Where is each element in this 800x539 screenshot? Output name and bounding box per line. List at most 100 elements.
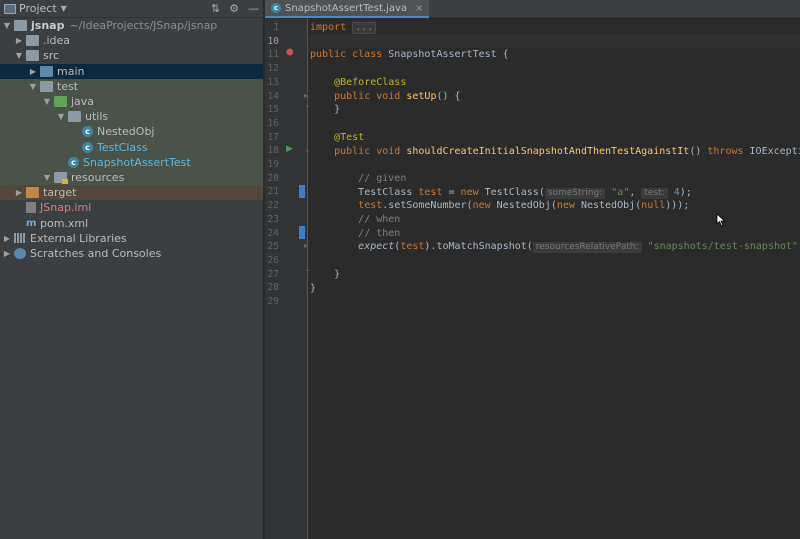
- parameter-hint: test:: [641, 187, 668, 199]
- line-number: 27: [267, 268, 279, 280]
- line-number: 1: [273, 22, 279, 33]
- tree-item-idea[interactable]: ▶ .idea: [0, 33, 263, 48]
- libraries-icon: [14, 233, 26, 244]
- line-number: 22: [267, 200, 279, 212]
- chevron-right-icon[interactable]: ▶: [14, 188, 24, 197]
- project-tool-window: Project ▼ ⇅ ⚙ — ▼ jsnap ~/IdeaProjects/J…: [0, 0, 264, 539]
- project-view-selector[interactable]: Project: [19, 2, 57, 15]
- project-icon: [4, 3, 16, 14]
- line-number: 19: [267, 159, 279, 170]
- maven-file-icon: m: [26, 217, 37, 229]
- excluded-folder-icon: [26, 187, 39, 199]
- code-line: public void shouldCreateInitialSnapshotA…: [334, 145, 800, 157]
- code-line: // when: [358, 214, 401, 225]
- test-resources-folder-icon: [54, 171, 68, 184]
- chevron-right-icon[interactable]: ▶: [2, 249, 12, 258]
- chevron-down-icon[interactable]: ▼: [28, 82, 38, 91]
- tree-item-external-libraries[interactable]: ▶ External Libraries: [0, 231, 263, 246]
- folder-icon: [40, 80, 53, 92]
- tree-item-jsnap[interactable]: ▼ jsnap ~/IdeaProjects/JSnap/jsnap: [0, 18, 263, 33]
- close-icon[interactable]: ×: [415, 3, 423, 14]
- code-line: }: [334, 268, 341, 280]
- line-number: 12: [267, 63, 279, 75]
- tab-snapshotasserttest[interactable]: c SnapshotAssertTest.java ×: [265, 0, 430, 18]
- line-number: 11: [267, 49, 279, 61]
- code-line: expect(test).toMatchSnapshot(resourcesRe…: [358, 241, 800, 254]
- parameter-hint: someString:: [544, 187, 606, 199]
- parameter-hint: resourcesRelativePath:: [532, 242, 642, 254]
- project-panel-header: Project ▼ ⇅ ⚙ —: [0, 0, 263, 18]
- run-test-icon[interactable]: ▶: [286, 144, 293, 154]
- line-number: 18: [267, 145, 279, 157]
- gear-icon[interactable]: ⚙: [229, 2, 239, 15]
- line-number: 26: [267, 254, 279, 266]
- hide-panel-icon[interactable]: —: [248, 2, 259, 15]
- line-number: 21: [267, 186, 279, 198]
- tree-item-snapshotasserttest[interactable]: c SnapshotAssertTest: [0, 154, 263, 170]
- tree-item-pom-xml[interactable]: m pom.xml: [0, 215, 263, 230]
- chevron-down-icon[interactable]: ▼: [14, 51, 24, 60]
- tree-item-java[interactable]: ▼ java: [0, 93, 263, 110]
- tree-item-scratches[interactable]: ▶ Scratches and Consoles: [0, 246, 263, 261]
- chevron-down-icon[interactable]: ▼: [61, 4, 67, 13]
- line-number: 15: [267, 104, 279, 116]
- folded-imports[interactable]: ...: [352, 22, 377, 34]
- fold-icon[interactable]: ▸: [304, 91, 308, 100]
- class-icon: c: [82, 126, 93, 138]
- tree-item-main[interactable]: ▶ main: [0, 63, 263, 79]
- line-number: 24: [267, 227, 279, 239]
- code-line: // given: [358, 172, 407, 184]
- line-number: 28: [267, 282, 279, 294]
- chevron-down-icon[interactable]: ▼: [42, 173, 52, 182]
- change-marker: [299, 226, 305, 239]
- code-line: public class SnapshotAssertTest {: [310, 49, 509, 61]
- line-number: 20: [267, 172, 279, 184]
- editor-gutter[interactable]: 1 10 11 12 13 14 15 16 17 18 19 20 21 22…: [265, 19, 311, 539]
- chevron-down-icon[interactable]: ▼: [2, 21, 12, 30]
- code-line: // then: [358, 227, 401, 239]
- line-number: 23: [267, 213, 279, 225]
- test-class-icon: c: [271, 3, 281, 13]
- tree-item-nestedobj[interactable]: c NestedObj: [0, 124, 263, 140]
- line-number: 10: [267, 35, 279, 47]
- line-number: 16: [267, 117, 279, 129]
- code-line: TestClass test = new TestClass(someStrin…: [358, 186, 692, 199]
- tree-item-resources[interactable]: ▼ resources: [0, 169, 263, 186]
- fold-icon[interactable]: ▸: [304, 241, 308, 250]
- code-line: }: [334, 104, 341, 116]
- line-number: 14: [267, 90, 279, 102]
- code-line: test.setSomeNumber(new NestedObj(new Nes…: [358, 200, 690, 212]
- class-icon: c: [82, 141, 93, 153]
- run-test-class-icon[interactable]: ⬢: [286, 48, 294, 58]
- code-line-current: [310, 34, 800, 49]
- code-editor: c SnapshotAssertTest.java × 1 10 11 12 1…: [265, 0, 800, 539]
- code-area[interactable]: import ... public class SnapshotAssertTe…: [309, 19, 800, 539]
- chevron-right-icon[interactable]: ▶: [2, 234, 12, 243]
- source-folder-icon: [40, 65, 53, 77]
- tree-item-src[interactable]: ▼ src: [0, 48, 263, 63]
- folder-icon: [26, 35, 39, 47]
- chevron-right-icon[interactable]: ▶: [14, 36, 24, 45]
- chevron-down-icon[interactable]: ▼: [56, 112, 66, 121]
- code-line: public void setUp() {: [334, 90, 461, 102]
- editor-tab-bar: c SnapshotAssertTest.java ×: [265, 0, 800, 18]
- tree-item-target[interactable]: ▶ target: [0, 185, 263, 201]
- chevron-right-icon[interactable]: ▶: [28, 67, 38, 76]
- code-line: }: [310, 282, 317, 294]
- chevron-down-icon[interactable]: ▼: [42, 97, 52, 106]
- line-number: 25: [267, 241, 279, 253]
- iml-file-icon: [26, 202, 36, 214]
- tree-item-testclass[interactable]: c TestClass: [0, 139, 263, 155]
- mouse-cursor-icon: [716, 213, 726, 227]
- project-tree: ▼ jsnap ~/IdeaProjects/JSnap/jsnap ▶ .id…: [0, 18, 263, 261]
- tree-item-test[interactable]: ▼ test: [0, 78, 263, 94]
- folder-icon: [26, 50, 39, 62]
- tree-item-jsnap-iml[interactable]: JSnap.iml: [0, 200, 263, 215]
- scratches-icon: [14, 247, 26, 259]
- collapse-all-icon[interactable]: ⇅: [211, 2, 220, 15]
- tree-item-utils[interactable]: ▼ utils: [0, 109, 263, 125]
- code-line: import ...: [310, 21, 800, 35]
- test-source-folder-icon: [54, 96, 67, 108]
- line-number: 29: [267, 296, 279, 307]
- code-line: @BeforeClass: [334, 77, 407, 88]
